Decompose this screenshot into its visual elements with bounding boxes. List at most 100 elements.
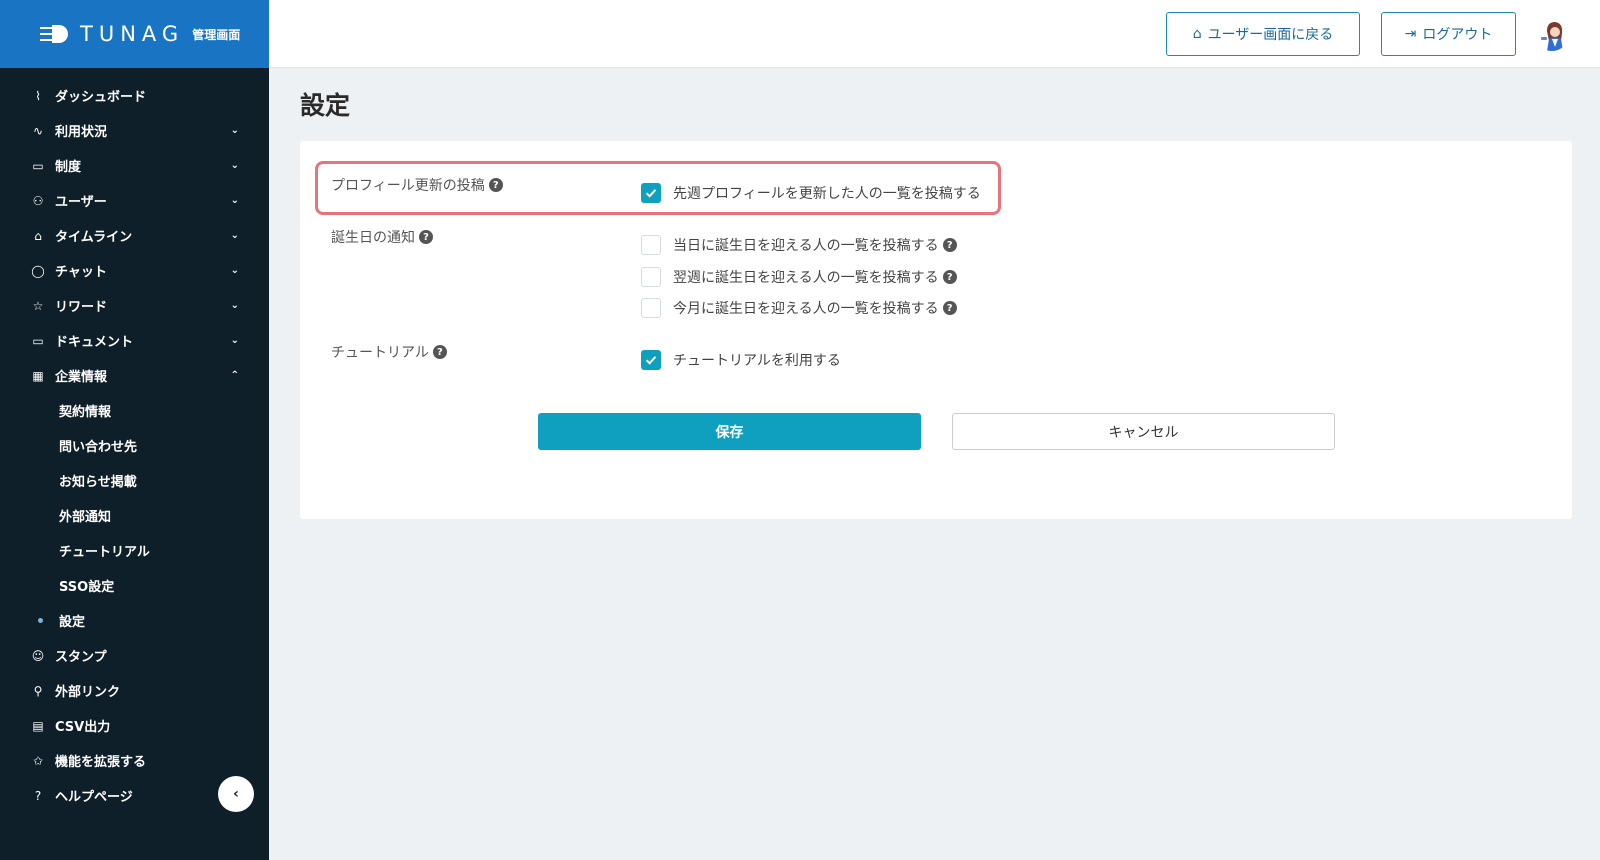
home-icon: ⌂ bbox=[1192, 26, 1202, 42]
sidebar-subitem-tutorial[interactable]: チュートリアル bbox=[0, 533, 269, 568]
active-indicator-dot bbox=[38, 618, 43, 623]
sidebar-item-dashboard[interactable]: ⌇ ダッシュボード bbox=[0, 78, 269, 113]
chevron-down-icon: ⌄ bbox=[230, 125, 239, 136]
birthday-this-month-option[interactable]: 今月に誕生日を迎える人の一覧を投稿する ? bbox=[641, 298, 957, 318]
help-icon[interactable]: ? bbox=[432, 345, 447, 359]
sidebar-item-label: リワード bbox=[55, 300, 108, 315]
book-icon: ▭ bbox=[32, 158, 44, 173]
sidebar-item-label: 制度 bbox=[55, 160, 82, 175]
help-icon[interactable]: ? bbox=[942, 270, 957, 284]
sidebar-item-label: 利用状況 bbox=[55, 125, 108, 140]
sidebar-subitem-sso[interactable]: SSO設定 bbox=[0, 568, 269, 603]
sidebar-subitem-label: 問い合わせ先 bbox=[59, 440, 138, 455]
table-icon: ▤ bbox=[32, 718, 44, 733]
sidebar-item-label: タイムライン bbox=[55, 230, 133, 245]
users-icon: ⚇ bbox=[32, 193, 44, 208]
sidebar-item-label: スタンプ bbox=[55, 650, 107, 665]
logout-icon: ⇥ bbox=[1404, 26, 1417, 42]
sidebar: TUNAG 管理画面 ⌇ ダッシュボード ∿ 利用状況 ⌄ ▭ 制度 ⌄ ⚇ ユ… bbox=[0, 0, 269, 860]
back-to-user-screen-button[interactable]: ⌂ ユーザー画面に戻る bbox=[1166, 12, 1360, 56]
sidebar-subitem-settings[interactable]: 設定 bbox=[0, 603, 269, 638]
help-icon[interactable]: ? bbox=[942, 238, 957, 252]
sidebar-subitem-label: お知らせ掲載 bbox=[59, 475, 137, 490]
birthday-next-week-option-label: 翌週に誕生日を迎える人の一覧を投稿する bbox=[673, 270, 939, 286]
sidebar-item-usage[interactable]: ∿ 利用状況 ⌄ bbox=[0, 113, 269, 148]
tutorial-option-label: チュートリアルを利用する bbox=[673, 353, 841, 369]
birthday-this-month-option-label: 今月に誕生日を迎える人の一覧を投稿する bbox=[673, 301, 939, 317]
sidebar-item-users[interactable]: ⚇ ユーザー ⌄ bbox=[0, 183, 269, 218]
sidebar-item-stamps[interactable]: ☺ スタンプ bbox=[0, 638, 269, 673]
sidebar-item-label: ダッシュボード bbox=[55, 90, 147, 105]
sidebar-item-label: 企業情報 bbox=[55, 370, 108, 385]
sidebar-item-label: 機能を拡張する bbox=[55, 755, 147, 770]
profile-update-label-text: プロフィール更新の投稿 bbox=[331, 178, 485, 194]
sidebar-item-label: ヘルプページ bbox=[55, 790, 133, 805]
folder-icon: ▭ bbox=[32, 333, 44, 348]
sparkle-star-icon: ✩ bbox=[32, 753, 44, 768]
chevron-down-icon: ⌄ bbox=[230, 300, 239, 311]
chevron-left-icon: ‹ bbox=[233, 786, 239, 802]
chevron-down-icon: ⌄ bbox=[230, 195, 239, 206]
checkbox-unchecked[interactable] bbox=[641, 235, 661, 255]
tunag-logo-icon bbox=[40, 25, 70, 43]
smile-icon: ☺ bbox=[31, 648, 45, 663]
tutorial-option[interactable]: チュートリアルを利用する bbox=[641, 350, 841, 370]
sidebar-item-external-links[interactable]: ⚲ 外部リンク bbox=[0, 673, 269, 708]
save-button[interactable]: 保存 bbox=[538, 413, 921, 450]
chart-line-icon: ⌇ bbox=[35, 88, 41, 103]
sidebar-item-reward[interactable]: ☆ リワード ⌄ bbox=[0, 288, 269, 323]
top-header: ⌂ ユーザー画面に戻る ⇥ ログアウト bbox=[269, 0, 1600, 68]
logout-button[interactable]: ⇥ ログアウト bbox=[1381, 12, 1516, 56]
chevron-down-icon: ⌄ bbox=[230, 335, 239, 346]
checkbox-unchecked[interactable] bbox=[641, 298, 661, 318]
avatar[interactable] bbox=[1535, 17, 1569, 51]
chat-icon: ◯ bbox=[31, 263, 45, 278]
pulse-icon: ∿ bbox=[32, 123, 44, 138]
profile-update-label: プロフィール更新の投稿 ? bbox=[331, 175, 503, 195]
checkbox-checked[interactable] bbox=[641, 183, 661, 203]
profile-update-option-label: 先週プロフィールを更新した人の一覧を投稿する bbox=[673, 186, 981, 202]
birthday-next-week-option[interactable]: 翌週に誕生日を迎える人の一覧を投稿する ? bbox=[641, 267, 957, 287]
chevron-down-icon: ⌄ bbox=[230, 265, 239, 276]
sidebar-item-label: 外部リンク bbox=[55, 685, 121, 700]
help-icon[interactable]: ? bbox=[488, 178, 503, 192]
star-icon: ☆ bbox=[32, 298, 44, 313]
brand-name: TUNAG bbox=[80, 22, 185, 46]
brand-subtitle: 管理画面 bbox=[192, 27, 241, 42]
logout-label: ログアウト bbox=[1422, 27, 1493, 43]
back-to-user-screen-label: ユーザー画面に戻る bbox=[1207, 27, 1334, 43]
birthday-today-option[interactable]: 当日に誕生日を迎える人の一覧を投稿する ? bbox=[641, 235, 957, 255]
help-icon[interactable]: ? bbox=[419, 230, 433, 244]
help-icon[interactable]: ? bbox=[942, 301, 957, 315]
sidebar-subitem-label: 契約情報 bbox=[59, 405, 112, 420]
sidebar-subitem-label: チュートリアル bbox=[59, 545, 150, 560]
sidebar-item-csv-export[interactable]: ▤ CSV出力 bbox=[0, 708, 269, 743]
chevron-down-icon: ⌄ bbox=[230, 160, 239, 171]
sidebar-item-label: ユーザー bbox=[55, 195, 107, 210]
sidebar-subitem-external-notify[interactable]: 外部通知 bbox=[0, 498, 269, 533]
sidebar-item-company-info[interactable]: ▦ 企業情報 ⌃ bbox=[0, 358, 269, 393]
checkbox-unchecked[interactable] bbox=[641, 267, 661, 287]
building-icon: ▦ bbox=[32, 368, 44, 383]
birthday-today-option-label: 当日に誕生日を迎える人の一覧を投稿する bbox=[673, 238, 939, 254]
tutorial-label-text: チュートリアル bbox=[331, 345, 429, 361]
profile-update-option[interactable]: 先週プロフィールを更新した人の一覧を投稿する bbox=[641, 183, 981, 203]
sidebar-item-system[interactable]: ▭ 制度 ⌄ bbox=[0, 148, 269, 183]
cancel-button[interactable]: キャンセル bbox=[952, 413, 1335, 450]
sidebar-item-label: CSV出力 bbox=[55, 720, 111, 735]
sidebar-collapse-button[interactable]: ‹ bbox=[218, 776, 254, 812]
page-title: 設定 bbox=[300, 91, 351, 120]
sidebar-subitem-contact[interactable]: 問い合わせ先 bbox=[0, 428, 269, 463]
checkbox-checked[interactable] bbox=[641, 350, 661, 370]
sidebar-item-documents[interactable]: ▭ ドキュメント ⌄ bbox=[0, 323, 269, 358]
link-icon: ⚲ bbox=[33, 683, 43, 698]
sidebar-item-extend-features[interactable]: ✩ 機能を拡張する bbox=[0, 743, 269, 778]
birthday-notify-label: 誕生日の通知 ? bbox=[331, 227, 433, 247]
sidebar-item-timeline[interactable]: ⌂ タイムライン ⌄ bbox=[0, 218, 269, 253]
sidebar-subitem-announcements[interactable]: お知らせ掲載 bbox=[0, 463, 269, 498]
help-bulb-icon: ? bbox=[34, 788, 42, 803]
sidebar-subitem-contract[interactable]: 契約情報 bbox=[0, 393, 269, 428]
sidebar-item-label: チャット bbox=[55, 265, 107, 280]
logo-bar[interactable]: TUNAG 管理画面 bbox=[0, 0, 269, 68]
sidebar-item-chat[interactable]: ◯ チャット ⌄ bbox=[0, 253, 269, 288]
